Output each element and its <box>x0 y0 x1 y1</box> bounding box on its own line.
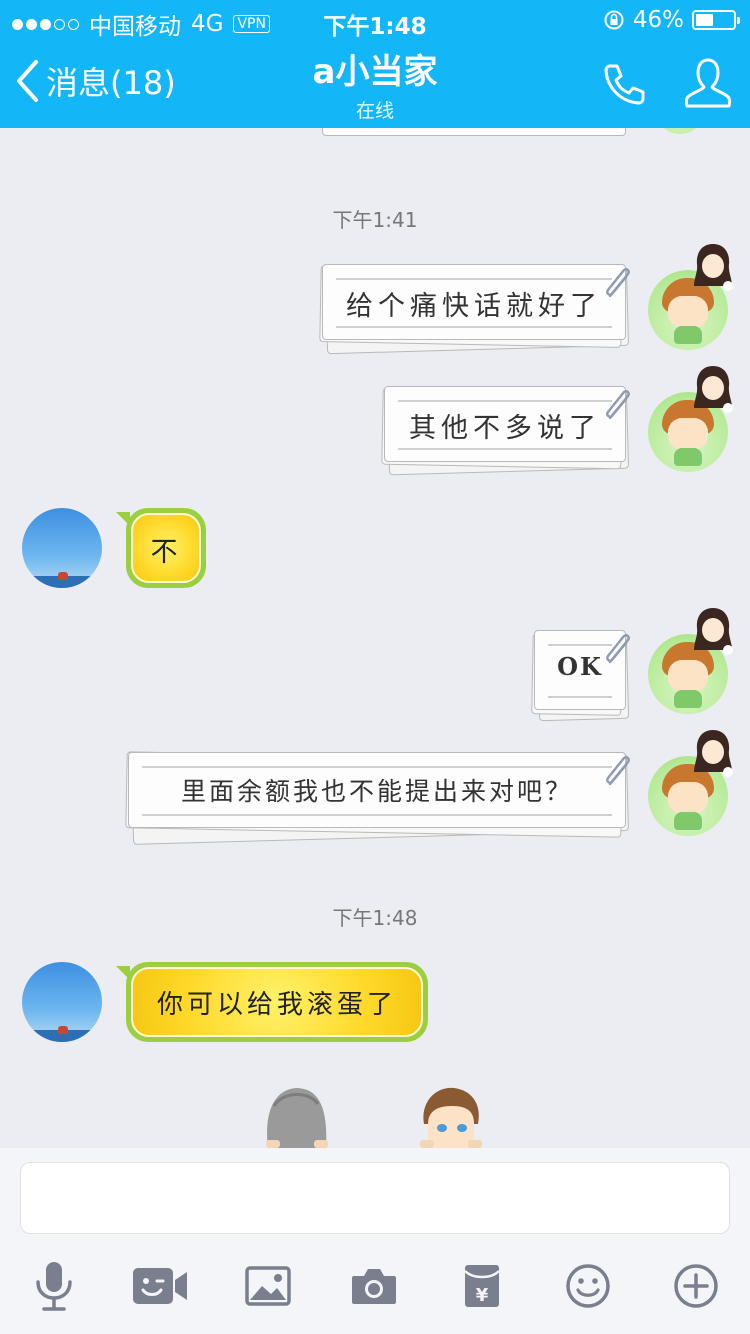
message-bubble-sent[interactable]: 给个痛快话就好了 <box>319 264 630 355</box>
microphone-icon <box>36 1262 72 1311</box>
contact-avatar[interactable] <box>22 962 102 1042</box>
camera-icon <box>352 1269 396 1304</box>
battery-percent: 46% <box>632 7 684 33</box>
message-bubble-partial[interactable] <box>322 128 626 136</box>
emoji-icon <box>566 1264 610 1308</box>
video-icon <box>133 1268 187 1304</box>
paperclip-icon <box>606 756 630 786</box>
profile-button[interactable] <box>684 56 732 116</box>
input-area: ¥ <box>0 1148 750 1334</box>
my-avatar-partial[interactable] <box>652 128 708 134</box>
top-bar: 中国移动 4G VPN 下午1:48 46% 消息(18) a小当家 在线 <box>0 0 750 128</box>
my-avatar[interactable] <box>648 608 733 714</box>
chat-area[interactable]: 下午1:41 给个痛快话就好了 其他不多说了 不 OK 里面余额我也不能提出来对… <box>0 128 750 1148</box>
contact-avatar[interactable] <box>22 508 102 588</box>
more-button[interactable] <box>666 1256 726 1316</box>
camera-button[interactable] <box>344 1256 404 1316</box>
message-text: 其他不多说了 <box>409 413 601 444</box>
call-button[interactable] <box>600 60 648 112</box>
timestamp: 下午1:41 <box>332 208 418 232</box>
battery-icon <box>692 10 740 30</box>
message-input[interactable] <box>20 1162 730 1234</box>
paperclip-icon <box>606 268 630 298</box>
my-avatar[interactable] <box>648 730 733 836</box>
timestamp: 下午1:48 <box>332 906 418 930</box>
status-bar: 中国移动 4G VPN 下午1:48 46% <box>0 0 750 40</box>
video-button[interactable] <box>130 1256 190 1316</box>
message-bubble-received[interactable]: 不 <box>116 508 206 588</box>
paperclip-icon <box>606 634 630 664</box>
message-bubble-sent[interactable]: 里面余额我也不能提出来对吧？ <box>125 751 630 845</box>
peeking-character-gray-hair <box>266 1088 328 1148</box>
peeking-character-brown-hair <box>420 1087 482 1148</box>
image-icon <box>245 1266 291 1306</box>
svg-text:¥: ¥ <box>476 1285 489 1306</box>
person-icon <box>684 58 732 108</box>
message-text: 不 <box>150 537 182 568</box>
plus-icon <box>674 1264 718 1308</box>
red-packet-icon: ¥ <box>464 1265 500 1307</box>
phone-icon <box>604 64 645 105</box>
paperclip-icon <box>606 390 630 420</box>
rotation-lock-icon <box>604 10 624 30</box>
message-text: 你可以给我滚蛋了 <box>156 990 397 1020</box>
red-packet-button[interactable]: ¥ <box>452 1256 512 1316</box>
voice-button[interactable] <box>24 1256 84 1316</box>
message-bubble-received[interactable]: 你可以给我滚蛋了 <box>116 962 428 1042</box>
emoji-button[interactable] <box>558 1256 618 1316</box>
my-avatar[interactable] <box>648 366 733 472</box>
my-avatar[interactable] <box>648 244 733 350</box>
image-button[interactable] <box>238 1256 298 1316</box>
message-text: 给个痛快话就好了 <box>346 291 602 322</box>
message-bubble-sent[interactable]: 其他不多说了 <box>381 386 630 476</box>
message-bubble-sent[interactable]: OK <box>531 630 630 722</box>
message-text: 里面余额我也不能提出来对吧？ <box>180 777 573 806</box>
